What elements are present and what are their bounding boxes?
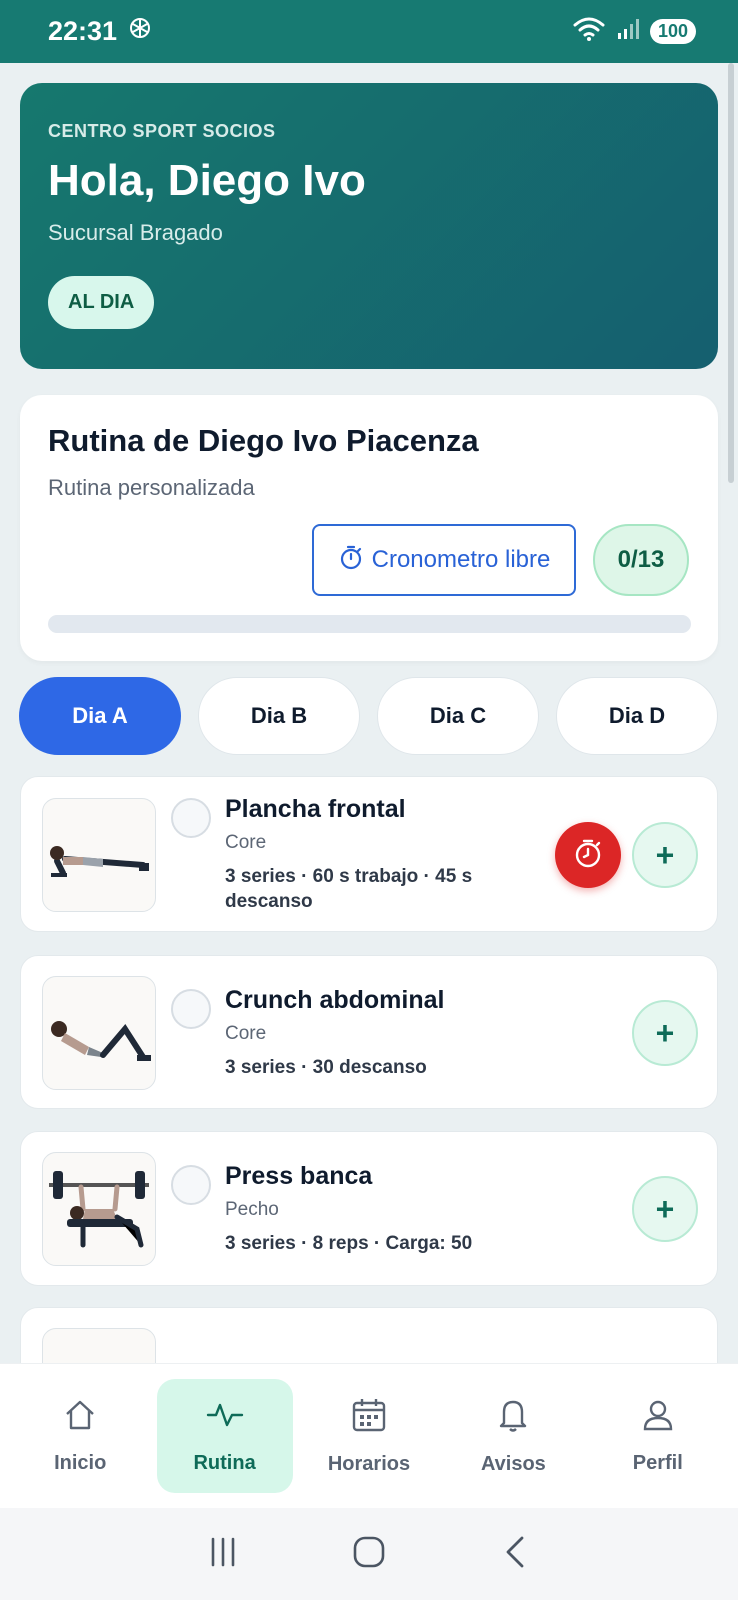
signal-icon: [616, 17, 640, 46]
system-navigation-bar: [0, 1508, 738, 1600]
free-timer-label: Cronometro libre: [371, 546, 551, 573]
exercise-name: Crunch abdominal: [225, 986, 445, 1014]
exercise-category: Pecho: [225, 1199, 279, 1220]
bottom-navigation: Inicio Rutina Horarios Avisos Perfil: [0, 1363, 738, 1508]
progress-counter: 0/13: [593, 524, 689, 596]
routine-card: Rutina de Diego Ivo Piacenza Rutina pers…: [20, 395, 718, 661]
exercise-name: Plancha frontal: [225, 795, 406, 823]
routine-subtitle: Rutina personalizada: [48, 475, 255, 500]
exercise-card[interactable]: [20, 1307, 718, 1363]
branch-label: Sucursal Bragado: [48, 220, 223, 245]
tab-dia-c[interactable]: Dia C: [377, 677, 539, 755]
user-icon: [641, 1398, 675, 1438]
status-right: 100: [572, 16, 696, 47]
exercise-name: Press banca: [225, 1162, 373, 1190]
nav-label: Avisos: [480, 1452, 546, 1475]
stopwatch-icon: [572, 837, 604, 874]
exercise-info: Plancha frontal Core 3 series · 60 s tra…: [225, 795, 525, 914]
exercise-info: Press banca Pecho 3 series · 8 reps · Ca…: [225, 1162, 472, 1256]
status-badge: AL DIA: [48, 276, 155, 329]
nav-label: Rutina: [193, 1451, 256, 1474]
nav-item-perfil[interactable]: Perfil: [590, 1379, 726, 1493]
wifi-icon: [572, 16, 606, 47]
exercise-detail: 3 series · 8 reps · Carga: 50: [225, 1233, 473, 1254]
battery-indicator: 100: [649, 19, 696, 44]
status-time: 22:31: [48, 16, 118, 46]
nav-label: Inicio: [54, 1451, 107, 1474]
exercise-thumbnail: [42, 976, 156, 1090]
activity-icon: [206, 1398, 244, 1438]
nav-label: Horarios: [327, 1452, 411, 1475]
exercise-card[interactable]: Crunch abdominal Core 3 series · 30 desc…: [20, 955, 718, 1109]
exercise-done-checkbox[interactable]: [171, 1165, 211, 1205]
exercise-thumbnail: [42, 1328, 156, 1363]
chatgpt-icon: [127, 15, 153, 48]
recent-apps-icon[interactable]: [206, 1535, 240, 1574]
routine-progress-bar: [48, 615, 691, 633]
free-timer-button[interactable]: Cronometro libre: [312, 524, 576, 596]
main-content[interactable]: CENTRO SPORT SOCIOS Hola, Diego Ivo Sucu…: [0, 63, 738, 1363]
exercise-detail: 3 series · 30 descanso: [225, 1057, 427, 1078]
bell-icon: [496, 1397, 530, 1439]
welcome-banner: CENTRO SPORT SOCIOS Hola, Diego Ivo Sucu…: [20, 83, 718, 369]
exercise-done-checkbox[interactable]: [171, 798, 211, 838]
nav-item-avisos[interactable]: Avisos: [445, 1379, 581, 1493]
exercise-timer-button[interactable]: [555, 822, 621, 888]
tab-dia-d[interactable]: Dia D: [556, 677, 718, 755]
add-set-button[interactable]: +: [632, 1176, 698, 1242]
back-icon[interactable]: [498, 1535, 532, 1574]
nav-item-rutina[interactable]: Rutina: [156, 1379, 293, 1493]
tab-dia-b[interactable]: Dia B: [198, 677, 360, 755]
routine-title: Rutina de Diego Ivo Piacenza: [48, 423, 479, 458]
home-icon: [63, 1398, 97, 1438]
exercise-done-checkbox[interactable]: [171, 989, 211, 1029]
exercise-detail: 3 series · 60 s trabajo · 45 s descanso: [225, 866, 473, 912]
exercise-category: Core: [225, 1023, 267, 1044]
scrollbar[interactable]: [728, 63, 734, 483]
nav-label: Perfil: [632, 1451, 683, 1474]
exercise-thumbnail: [42, 798, 156, 912]
add-set-button[interactable]: +: [632, 1000, 698, 1066]
exercise-info: Crunch abdominal Core 3 series · 30 desc…: [225, 986, 444, 1080]
nav-item-horarios[interactable]: Horarios: [301, 1379, 437, 1493]
exercise-card[interactable]: Press banca Pecho 3 series · 8 reps · Ca…: [20, 1131, 718, 1286]
exercise-card[interactable]: Plancha frontal Core 3 series · 60 s tra…: [20, 776, 718, 932]
exercise-thumbnail: [42, 1152, 156, 1266]
calendar-icon: [351, 1397, 387, 1439]
greeting-title: Hola, Diego Ivo: [48, 156, 366, 205]
status-left: 22:31: [48, 15, 153, 48]
club-name: CENTRO SPORT SOCIOS: [48, 121, 276, 141]
tab-dia-a[interactable]: Dia A: [19, 677, 181, 755]
exercise-category: Core: [225, 832, 267, 853]
stopwatch-icon: [338, 544, 364, 577]
status-bar: 22:31 100: [0, 0, 738, 63]
nav-item-inicio[interactable]: Inicio: [12, 1379, 148, 1493]
add-set-button[interactable]: +: [632, 822, 698, 888]
home-button-icon[interactable]: [352, 1535, 386, 1574]
